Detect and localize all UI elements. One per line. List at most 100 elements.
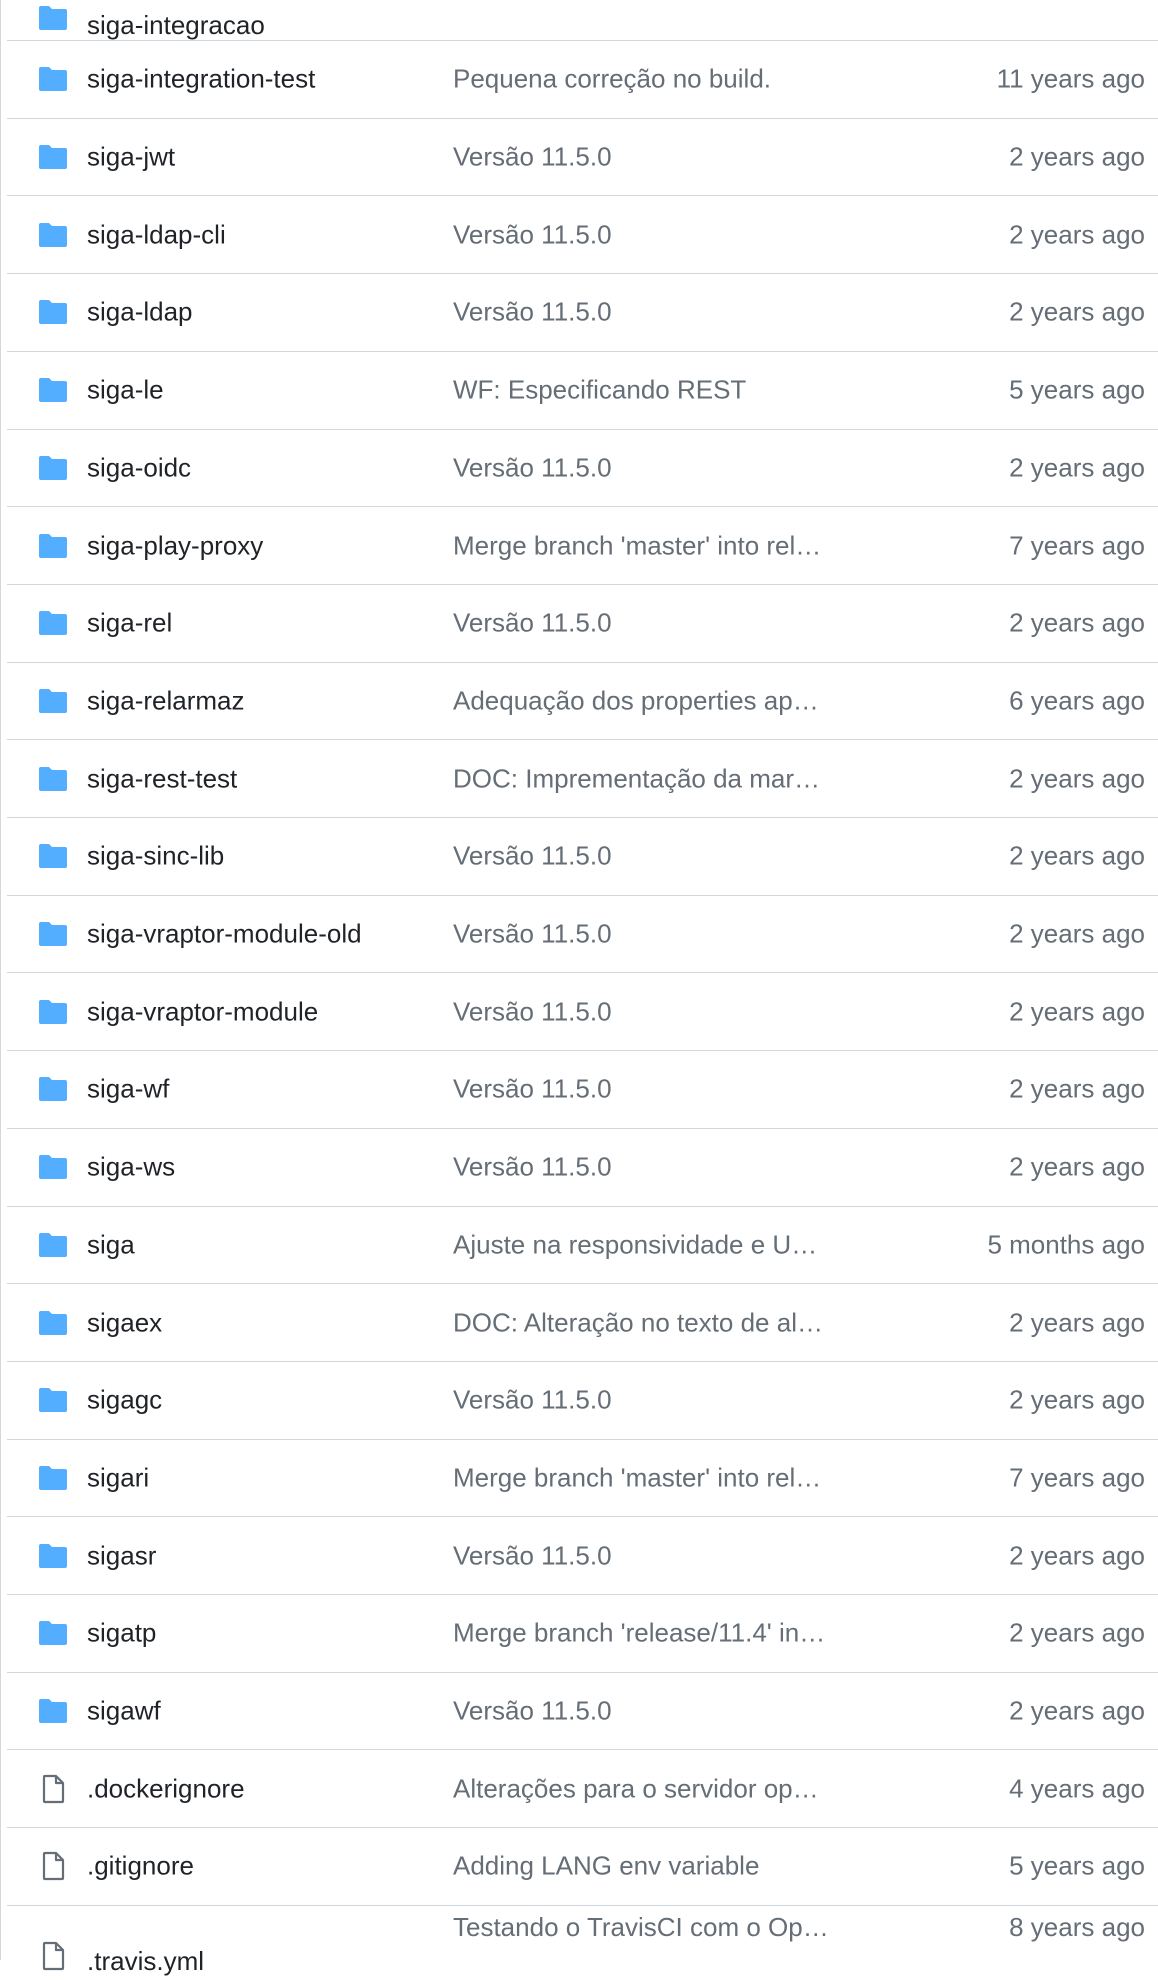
commit-message-link[interactable]: Testando o TravisCI com o Op… — [453, 1912, 843, 1943]
commit-message-link[interactable]: Versão 11.5.0 — [453, 219, 843, 250]
commit-message-link[interactable]: DOC: Imprementação da mar… — [453, 763, 843, 794]
file-name-link[interactable]: sigaex — [87, 1307, 162, 1338]
file-name-link[interactable]: sigawf — [87, 1696, 161, 1727]
commit-age: 2 years ago — [1009, 1384, 1145, 1415]
file-row[interactable]: sigari Merge branch 'master' into rel… 7 y… — [7, 1438, 1158, 1517]
commit-message-link[interactable]: Merge branch 'release/11.4' in… — [453, 1618, 843, 1649]
commit-message-link[interactable]: Adequação dos properties ap… — [453, 685, 843, 716]
folder-icon — [37, 374, 69, 406]
file-name-link[interactable]: siga — [87, 1229, 135, 1260]
file-row[interactable]: siga-rest-test DOC: Imprementação da mar…… — [7, 739, 1158, 817]
commit-message-link[interactable]: DOC: Alteração no texto de al… — [453, 1307, 843, 1338]
file-name-link[interactable]: siga-ldap — [87, 297, 193, 328]
commit-message-link[interactable]: Versão 11.5.0 — [453, 142, 843, 173]
commit-age: 2 years ago — [1009, 918, 1145, 949]
file-row[interactable]: siga-integration-test Pequena correção no… — [7, 40, 1158, 118]
commit-age: 2 years ago — [1009, 141, 1145, 172]
file-name-link[interactable]: siga-play-proxy — [87, 530, 263, 561]
commit-age: 2 years ago — [1009, 219, 1145, 250]
file-row[interactable]: sigawf Versão 11.5.0 2 years ago — [7, 1671, 1158, 1750]
commit-age: 2 years ago — [1009, 1617, 1145, 1648]
file-row[interactable]: siga-ws Versão 11.5.0 2 years ago — [7, 1127, 1158, 1206]
commit-message-link[interactable]: Pequena correção no build. — [453, 64, 843, 95]
commit-age: 2 years ago — [1009, 1695, 1145, 1726]
file-name-link[interactable]: siga-vraptor-module — [87, 996, 318, 1027]
folder-icon — [37, 1073, 69, 1105]
commit-message-link[interactable]: Versão 11.5.0 — [453, 919, 843, 950]
commit-message-link[interactable]: Alterações para o servidor op… — [453, 1773, 843, 1804]
file-row[interactable]: siga Ajuste na responsividade e U… 5 month… — [7, 1205, 1158, 1284]
file-row[interactable]: siga-play-proxy Merge branch 'master' int… — [7, 506, 1158, 584]
file-row[interactable]: siga-vraptor-module Versão 11.5.0 2 years … — [7, 972, 1158, 1050]
commit-message-link[interactable]: Versão 11.5.0 — [453, 1074, 843, 1105]
file-row[interactable]: .gitignore Adding LANG env variable 5 year… — [7, 1827, 1158, 1905]
folder-icon — [37, 1695, 69, 1727]
commit-message-link[interactable]: Versão 11.5.0 — [453, 1385, 843, 1416]
file-name-link[interactable]: siga-wf — [87, 1074, 169, 1105]
file-row[interactable]: siga-oidc Versão 11.5.0 2 years ago — [7, 428, 1158, 507]
file-row[interactable]: siga-rel Versão 11.5.0 2 years ago — [7, 583, 1158, 662]
file-name-link[interactable]: .gitignore — [87, 1851, 194, 1882]
file-row[interactable]: siga-relarmaz Adequação dos properties ap… — [7, 661, 1158, 740]
file-row[interactable]: siga-jwt Versão 11.5.0 2 years ago — [7, 117, 1158, 196]
file-row[interactable]: .dockerignore Alterações para o servidor … — [7, 1749, 1158, 1827]
folder-icon — [37, 607, 69, 639]
file-icon — [37, 1850, 69, 1882]
file-row[interactable]: sigatp Merge branch 'release/11.4' in… 2 y… — [7, 1594, 1158, 1672]
commit-age: 2 years ago — [1009, 1540, 1145, 1571]
file-name-link[interactable]: sigatp — [87, 1618, 156, 1649]
commit-message-link[interactable]: Versão 11.5.0 — [453, 996, 843, 1027]
commit-message-link[interactable]: Versão 11.5.0 — [453, 297, 843, 328]
file-row[interactable]: sigagc Versão 11.5.0 2 years ago — [7, 1360, 1158, 1439]
commit-age: 6 years ago — [1009, 685, 1145, 716]
file-row[interactable]: siga-le WF: Especificando REST 5 years ago — [7, 350, 1158, 429]
commit-message-link[interactable]: Adding LANG env variable — [453, 1851, 843, 1882]
file-row[interactable]: siga-ldap Versão 11.5.0 2 years ago — [7, 273, 1158, 351]
commit-message-link[interactable]: Versão 11.5.0 — [453, 1540, 843, 1571]
file-name-link[interactable]: sigari — [87, 1462, 149, 1493]
commit-message-link[interactable]: Versão 11.5.0 — [453, 841, 843, 872]
file-name-link[interactable]: siga-oidc — [87, 452, 191, 483]
file-row[interactable]: sigaex DOC: Alteração no texto de al… 2 ye… — [7, 1283, 1158, 1361]
file-name-link[interactable]: siga-ldap-cli — [87, 219, 226, 250]
file-name-link[interactable]: siga-jwt — [87, 142, 175, 173]
commit-message-link[interactable]: Versão 11.5.0 — [453, 608, 843, 639]
commit-age: 2 years ago — [1009, 996, 1145, 1027]
commit-age: 5 months ago — [987, 1229, 1145, 1260]
commit-message-link[interactable]: Merge branch 'master' into rel… — [453, 530, 843, 561]
commit-age: 8 years ago — [1009, 1911, 1145, 1942]
file-name-link[interactable]: siga-rest-test — [87, 763, 237, 794]
file-row[interactable]: siga-ldap-cli Versão 11.5.0 2 years ago — [7, 195, 1158, 273]
file-name-link[interactable]: siga-le — [87, 375, 164, 406]
commit-message-link[interactable]: Merge branch 'master' into rel… — [453, 1462, 843, 1493]
file-name-link[interactable]: siga-integration-test — [87, 64, 315, 95]
file-name-link[interactable]: sigagc — [87, 1385, 162, 1416]
file-name-link[interactable]: siga-vraptor-module-old — [87, 919, 362, 950]
partial-top-row[interactable]: siga-integracao — [7, 0, 1158, 40]
commit-message-link[interactable]: Versão 11.5.0 — [453, 1696, 843, 1727]
file-name-link[interactable]: .dockerignore — [87, 1773, 245, 1804]
file-row[interactable]: sigasr Versão 11.5.0 2 years ago — [7, 1516, 1158, 1594]
file-list: siga-integracao siga-integration-test Peq… — [0, 0, 1158, 1976]
file-name-link[interactable]: sigasr — [87, 1540, 156, 1571]
file-row[interactable]: siga-sinc-lib Versão 11.5.0 2 years ago — [7, 817, 1158, 895]
commit-message-link[interactable]: Versão 11.5.0 — [453, 1152, 843, 1183]
folder-icon — [37, 1307, 69, 1339]
file-name-link[interactable]: .travis.yml — [87, 1946, 204, 1977]
commit-age: 4 years ago — [1009, 1773, 1145, 1804]
file-name-link[interactable]: siga-ws — [87, 1152, 175, 1183]
file-name-link[interactable]: siga-relarmaz — [87, 685, 245, 716]
file-row[interactable]: .travis.yml Testando o TravisCI com o Op…… — [7, 1904, 1158, 1982]
commit-age: 5 years ago — [1009, 374, 1145, 405]
commit-message-link[interactable]: WF: Especificando REST — [453, 375, 843, 406]
commit-age: 2 years ago — [1009, 1307, 1145, 1338]
file-row[interactable]: siga-vraptor-module-old Versão 11.5.0 2 ye… — [7, 894, 1158, 973]
file-name-link[interactable]: siga-sinc-lib — [87, 841, 224, 872]
commit-message-link[interactable]: Ajuste na responsividade e U… — [453, 1229, 843, 1260]
folder-icon — [37, 2, 69, 34]
file-row[interactable]: siga-wf Versão 11.5.0 2 years ago — [7, 1050, 1158, 1128]
commit-message-link[interactable]: Versão 11.5.0 — [453, 452, 843, 483]
folder-icon — [37, 219, 69, 251]
partial-top-name[interactable]: siga-integracao — [87, 10, 265, 41]
file-name-link[interactable]: siga-rel — [87, 608, 172, 639]
